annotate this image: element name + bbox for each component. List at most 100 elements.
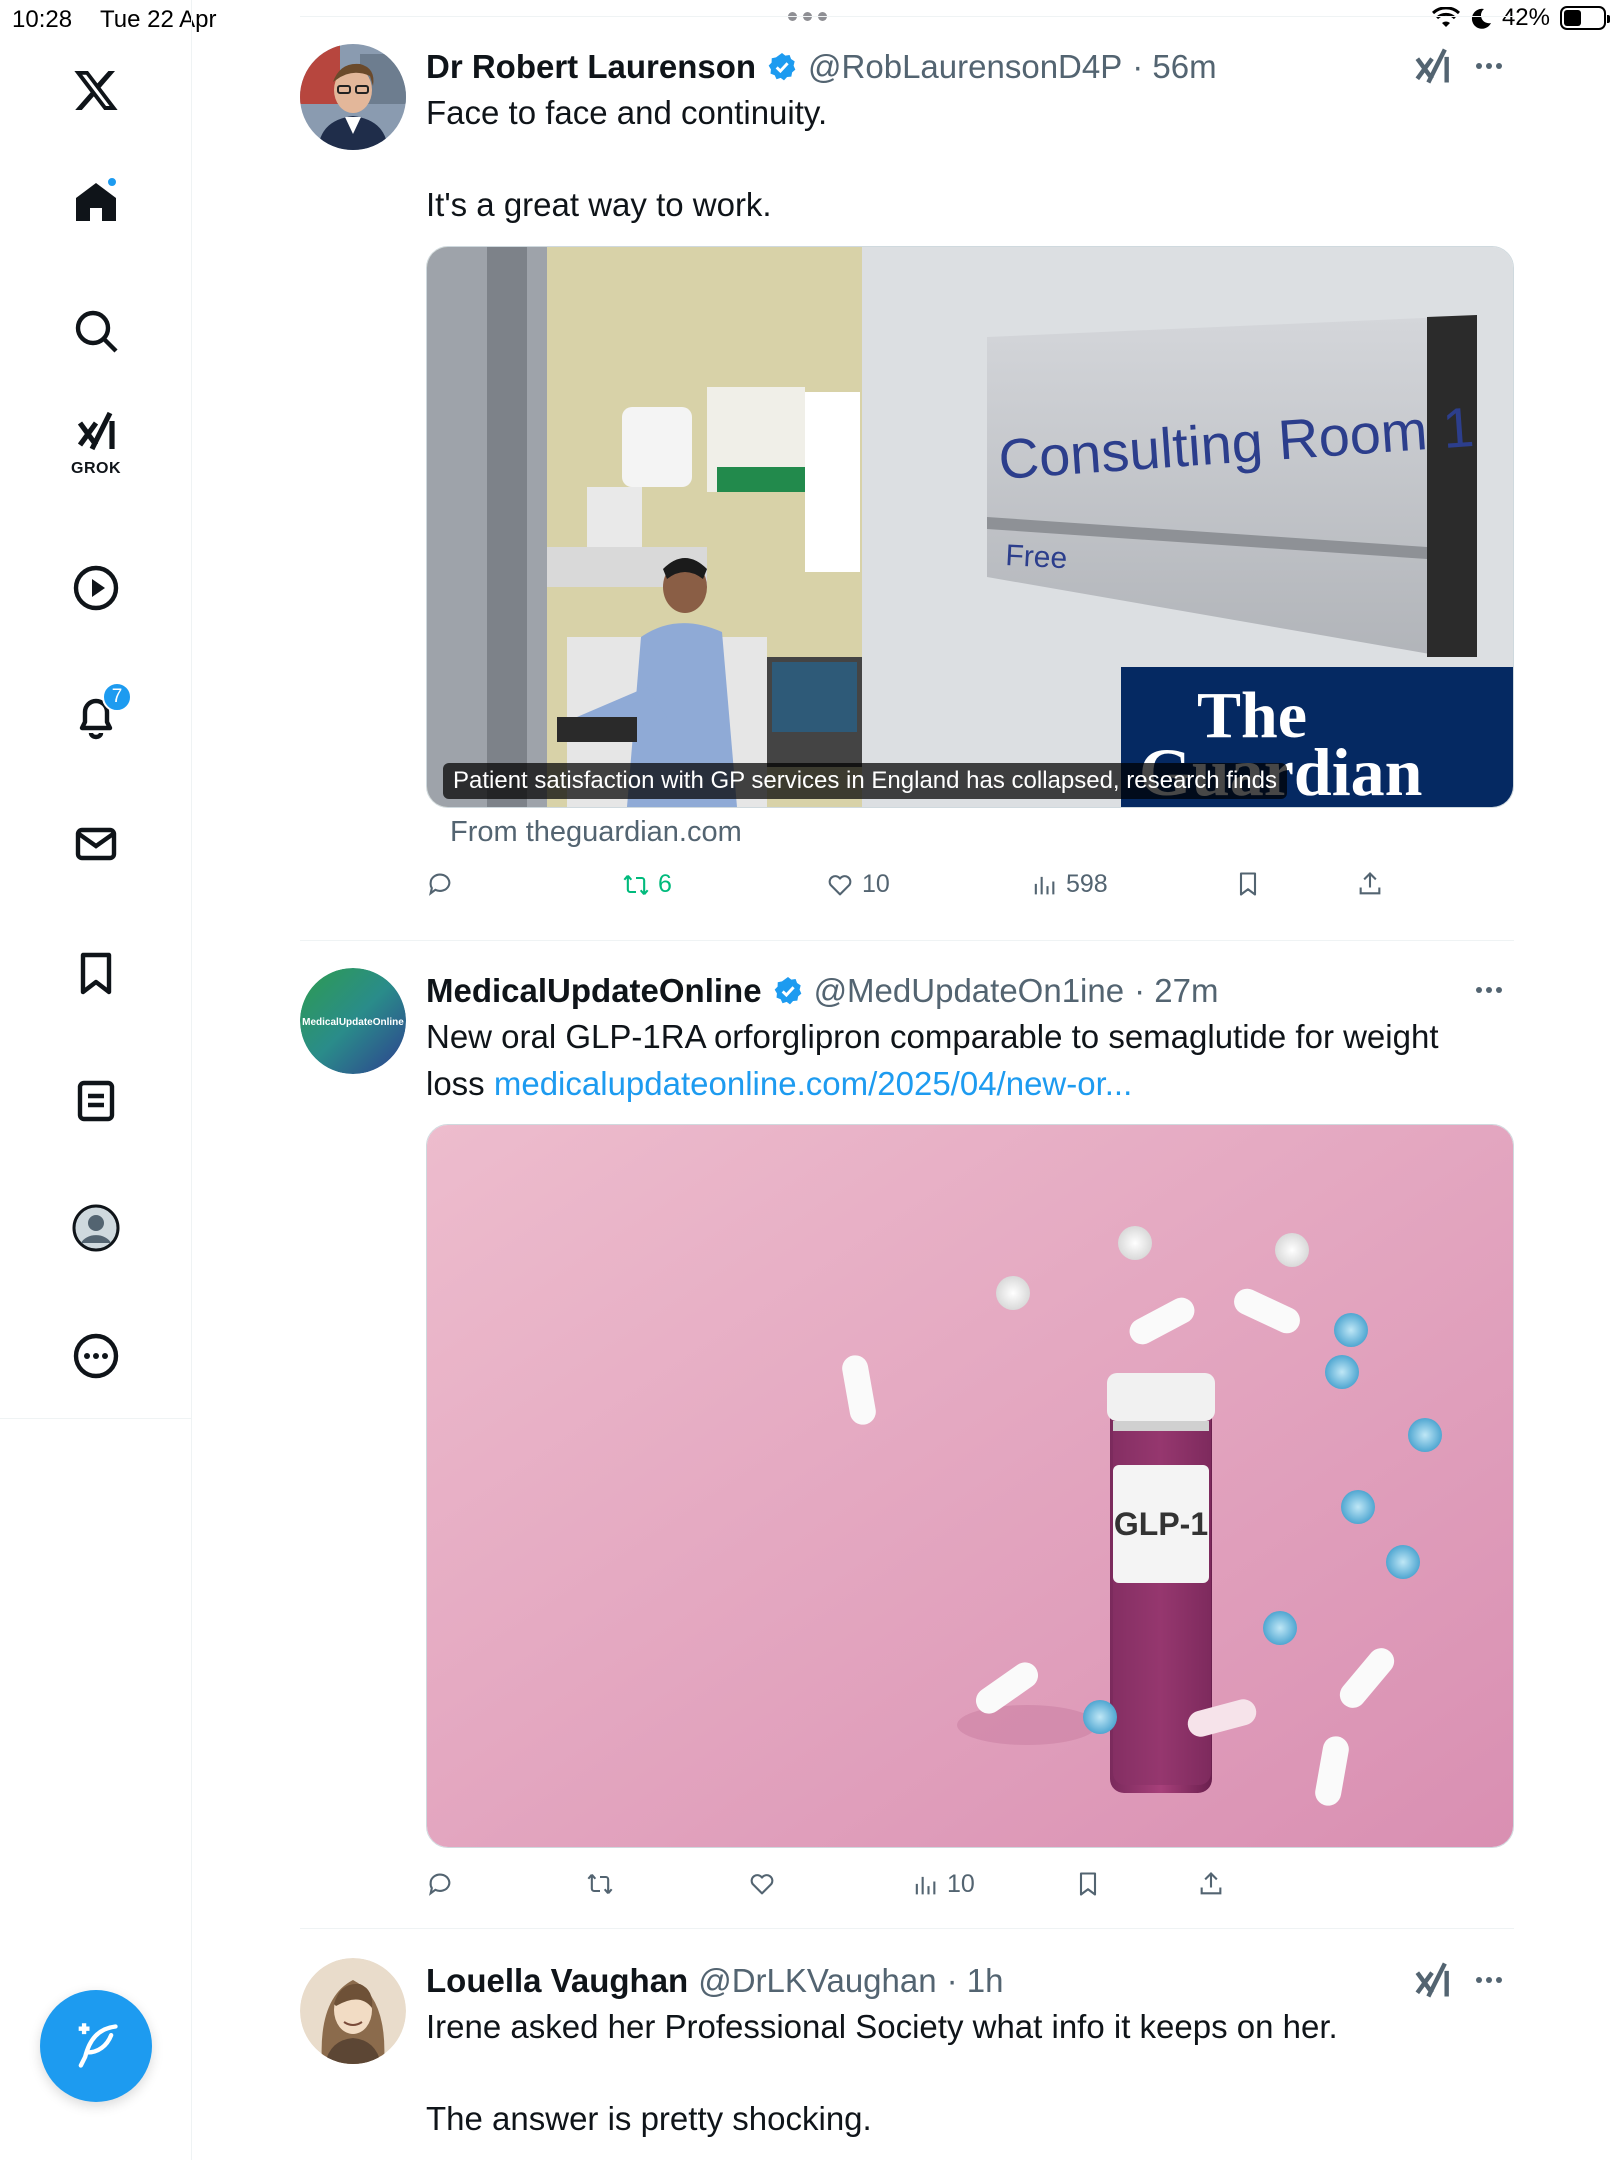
battery-icon (1560, 6, 1610, 30)
repost-button[interactable]: 6 (622, 870, 672, 899)
bottle-label: GLP-1 (1114, 1506, 1208, 1542)
share-button[interactable] (1356, 870, 1384, 898)
profile-icon (72, 1204, 120, 1252)
avatar[interactable] (300, 44, 406, 150)
views-count: 598 (1066, 870, 1108, 898)
views-count: 10 (947, 1870, 975, 1898)
grok-label: GROK (71, 460, 121, 477)
more-options-icon[interactable] (1476, 54, 1510, 78)
timestamp[interactable]: · 56m (1132, 48, 1216, 86)
handle[interactable]: @MedUpdateOn1ine (814, 972, 1125, 1010)
glp1-pills-photo: GLP-1 (427, 1125, 1513, 1847)
bookmark-button[interactable] (1234, 870, 1262, 898)
views-icon (1034, 876, 1055, 894)
heart-icon (828, 874, 852, 895)
verified-badge-icon (774, 977, 801, 1005)
reply-icon (429, 1873, 451, 1896)
repost-icon (623, 874, 649, 895)
play-icon (73, 565, 119, 611)
sidebar-item-bookmarks[interactable] (56, 933, 136, 1013)
sidebar-item-lists[interactable] (56, 1061, 136, 1141)
more-icon (73, 1333, 119, 1379)
like-button[interactable]: 10 (826, 870, 890, 899)
consulting-room-photo: Consulting Room 1 Free The Guardian (427, 247, 1513, 807)
list-icon (77, 1080, 115, 1122)
reply-icon (429, 873, 451, 896)
sidebar-item-messages[interactable] (56, 804, 136, 884)
reply-button[interactable] (426, 870, 454, 898)
grok-icon (77, 411, 115, 451)
sidebar-item-more[interactable] (56, 1316, 136, 1396)
avatar[interactable]: MedicalUpdateOnline (300, 968, 406, 1074)
grok-icon[interactable] (1410, 1958, 1454, 2002)
moon-icon (1471, 8, 1491, 29)
sidebar-divider (0, 1418, 192, 1419)
sidebar-item-notifications[interactable]: 7 (56, 676, 136, 756)
share-icon (1200, 1872, 1222, 1895)
tweet-link[interactable]: medicalupdateonline.com/2025/04/new-or..… (494, 1065, 1132, 1102)
repost-count: 6 (658, 870, 672, 898)
handle[interactable]: @DrLKVaughan (698, 1962, 936, 2000)
timestamp[interactable]: · 27m (1134, 972, 1218, 1010)
views-icon (915, 1876, 936, 1894)
link-card-image[interactable]: Consulting Room 1 Free The Guardian Pati… (426, 246, 1514, 808)
sidebar-item-videos[interactable] (56, 548, 136, 628)
tweet-header: Louella Vaughan @DrLKVaughan · 1h (426, 1958, 1003, 2004)
wifi-icon (1431, 7, 1460, 27)
display-name[interactable]: MedicalUpdateOnline (426, 972, 762, 1010)
bookmark-icon (1239, 872, 1257, 896)
display-name[interactable]: Louella Vaughan (426, 1962, 688, 2000)
bookmark-icon (1079, 1872, 1097, 1896)
compose-button[interactable] (40, 1990, 152, 2102)
tweet-divider (300, 1928, 1514, 1929)
bookmark-icon (80, 952, 112, 995)
avatar[interactable] (300, 1958, 406, 2064)
tweet-header: Dr Robert Laurenson @RobLaurensonD4P · 5… (426, 44, 1217, 90)
tweet-actions: 10 (426, 1870, 1426, 1910)
battery-percent: 42% (1501, 4, 1550, 31)
views-button[interactable]: 10 (911, 1870, 975, 1899)
link-source[interactable]: From theguardian.com (450, 816, 742, 849)
tweet-divider (300, 940, 1514, 941)
sidebar-item-grok[interactable]: GROK (56, 400, 136, 480)
home-unread-dot (106, 176, 118, 188)
handle[interactable]: @RobLaurensonD4P (808, 48, 1122, 86)
repost-button[interactable] (586, 1870, 614, 1898)
repost-icon (587, 1873, 613, 1895)
feather-plus-icon (78, 2023, 118, 2068)
sidebar-item-profile[interactable] (56, 1188, 136, 1268)
tweet-text-line: New oral GLP-1RA orforglipron comparable… (426, 1018, 1439, 1055)
sidebar-item-home[interactable] (56, 162, 136, 242)
bookmark-button[interactable] (1074, 1870, 1102, 1898)
status-icons: 42% (1431, 4, 1610, 32)
reply-button[interactable] (426, 1870, 454, 1898)
grok-icon[interactable] (1410, 44, 1454, 88)
views-button[interactable]: 598 (1030, 870, 1108, 899)
like-button[interactable] (748, 1870, 776, 1898)
share-button[interactable] (1197, 1870, 1225, 1898)
tweet-header: MedicalUpdateOnline @MedUpdateOn1ine · 2… (426, 968, 1218, 1014)
verified-badge-icon (768, 53, 796, 81)
tweet-text-line: Face to face and continuity. (426, 94, 828, 131)
room-sign-status: Free (1005, 539, 1068, 575)
like-count: 10 (862, 870, 890, 898)
tweet-text-line: Irene asked her Professional Society wha… (426, 2008, 1338, 2045)
status-bar: 10:28 Tue 22 Apr 42% (0, 0, 1620, 40)
more-options-icon[interactable] (1476, 978, 1510, 1002)
search-icon (75, 310, 118, 353)
avatar-wordmark: MedicalUpdateOnline (302, 1017, 404, 1028)
sidebar: GROK 7 (0, 0, 192, 2160)
x-logo-icon[interactable] (56, 50, 136, 130)
display-name[interactable]: Dr Robert Laurenson (426, 48, 756, 86)
envelope-icon (75, 827, 117, 861)
tweet-text: loss (426, 1065, 494, 1102)
heart-icon (750, 1874, 774, 1895)
feed-top-divider (300, 16, 1514, 17)
link-card-caption: Patient satisfaction with GP services in… (443, 763, 1287, 799)
share-icon (1359, 872, 1381, 895)
timestamp[interactable]: · 1h (947, 1962, 1004, 2000)
more-options-icon[interactable] (1476, 1968, 1510, 1992)
tweet-image[interactable]: GLP-1 (426, 1124, 1514, 1848)
sidebar-item-explore[interactable] (56, 291, 136, 371)
tweet-actions: 6 10 598 (426, 870, 1426, 910)
